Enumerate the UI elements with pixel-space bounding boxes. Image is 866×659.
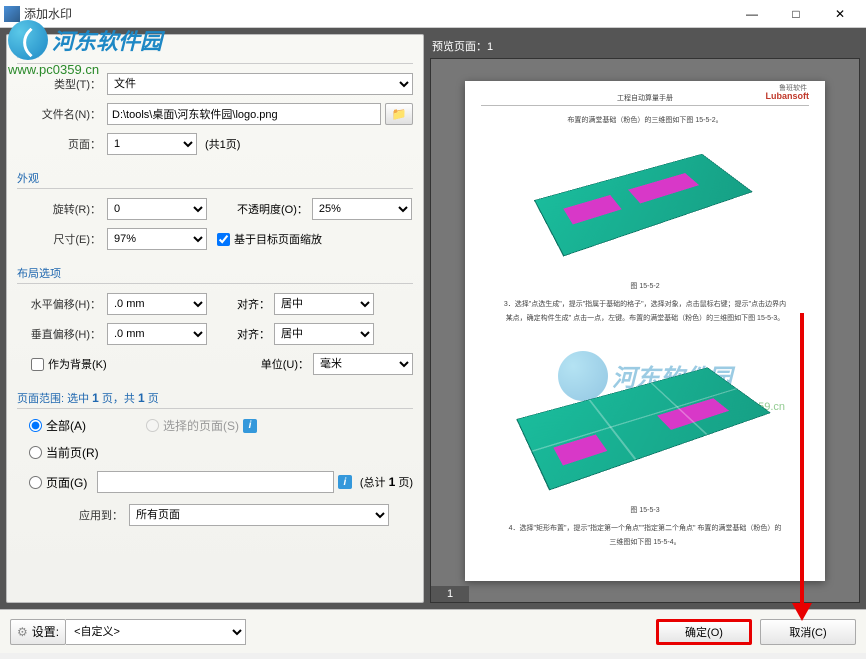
selected-pages-radio [146,419,159,432]
valign-select[interactable]: 居中 [274,323,374,345]
browse-button[interactable]: 📁 [385,103,413,125]
preview-area: www.plxms.la 鲁班软件 Lubansoft 工程自动算量手册 布置的… [430,58,860,603]
footer: ⚙ 设置: <自定义> 确定(O) 取消(C) [0,609,866,653]
valign-label: 对齐： [237,326,270,342]
hoffset-label: 水平偏移(H)： [17,296,107,312]
folder-icon: 📁 [392,107,407,121]
doc-title: 工程自动算量手册 [617,93,673,103]
logo-url: www.pc0359.cn [8,62,162,77]
doc-model-1 [545,151,745,241]
opacity-label: 不透明度(O)： [237,201,308,217]
background-checkbox[interactable] [31,358,44,371]
settings-label: 设置: [32,623,59,640]
info-icon[interactable]: i [243,419,257,433]
background-label: 作为背景(K) [48,356,107,372]
all-pages-label: 全部(A) [46,417,86,434]
filename-label: 文件名(N)： [17,106,107,122]
close-button[interactable]: ✕ [818,0,862,28]
preview-site-overlay: www.plxms.la [587,323,703,339]
rotation-label: 旋转(R)： [17,201,107,217]
current-page-radio[interactable] [29,446,42,459]
settings-panel: 来源 类型(T)： 文件 文件名(N)： 📁 页面： 1 (共1页) 外观 [6,34,424,603]
doc-caption-pre: 布置的满堂基础（粉色）的三维图如下图 15-5-2。 [465,115,825,126]
preview-page-indicator: 1 [431,586,469,602]
preview-panel: 预览页面：1 www.plxms.la 鲁班软件 Lubansoft 工程自动算… [430,34,860,603]
maximize-button[interactable]: □ [774,0,818,28]
rotation-select[interactable]: 0 [107,198,207,220]
halign-select[interactable]: 居中 [274,293,374,315]
applyto-select[interactable]: 所有页面 [129,504,389,526]
page-range-label: 页面(G) [46,474,87,491]
voffset-label: 垂直偏移(H)： [17,326,107,342]
logo-text: 河东软件园 [52,24,162,56]
ok-button[interactable]: 确定(O) [656,619,752,645]
opacity-select[interactable]: 25% [312,198,412,220]
page-label: 页面： [17,136,107,152]
relative-scale-checkbox[interactable] [217,233,230,246]
cancel-button[interactable]: 取消(C) [760,619,856,645]
doc-fig1-caption: 图 15-5-2 [465,281,825,291]
current-page-label: 当前页(R) [46,444,99,461]
doc-fig2-caption: 图 15-5-3 [465,505,825,515]
doc-brand: Lubansoft [766,91,810,101]
settings-button[interactable]: ⚙ 设置: [10,619,66,645]
range-header: 页面范围: 选中 1 页，共 1 页 [17,390,413,409]
main-container: 来源 类型(T)： 文件 文件名(N)： 📁 页面： 1 (共1页) 外观 [0,28,866,609]
preview-header: 预览页面：1 [430,34,860,58]
layout-section: 布局选项 水平偏移(H)： .0 mm 对齐： 居中 垂直偏移(H)： .0 m… [17,265,413,376]
doc-model-2 [530,361,760,471]
unit-label: 单位(U)： [261,356,309,372]
doc-divider [481,105,809,106]
page-range-total: (总计 1 页) [360,474,413,490]
appearance-header: 外观 [17,170,413,189]
gear-icon: ⚙ [17,625,28,639]
preset-select[interactable]: <自定义> [66,619,246,645]
doc-body3: 4．选择"矩形布置"，提示"指定第一个角点""指定第二个角点" 布置的满堂基础（… [465,523,825,534]
size-select[interactable]: 97% [107,228,207,250]
source-page-select[interactable]: 1 [107,133,197,155]
minimize-button[interactable]: — [730,0,774,28]
all-pages-radio[interactable] [29,419,42,432]
applyto-label: 应用到： [29,507,129,523]
voffset-select[interactable]: .0 mm [107,323,207,345]
unit-select[interactable]: 毫米 [313,353,413,375]
logo-circle-icon [8,20,48,60]
type-label: 类型(T)： [17,76,107,92]
range-section: 页面范围: 选中 1 页，共 1 页 全部(A) 选择的页面(S) i 当前页(… [17,390,413,527]
filename-input[interactable] [107,103,381,125]
selected-pages-label: 选择的页面(S) [163,417,239,434]
halign-label: 对齐： [237,296,270,312]
page-watermark-logo: 河东软件园 www.pc0359.cn [8,20,162,77]
page-range-radio[interactable] [29,476,42,489]
appearance-section: 外观 旋转(R)： 0 不透明度(O)： 25% 尺寸(E)： 97% 基于目标… [17,170,413,251]
hoffset-select[interactable]: .0 mm [107,293,207,315]
page-range-input[interactable] [97,471,334,493]
doc-body1: 3．选择"点选生成"，提示"指属于基础的格子"，选择对象，点击鼠标右键；提示"点… [465,299,825,310]
relative-scale-label: 基于目标页面缩放 [234,231,322,247]
size-label: 尺寸(E)： [17,231,107,247]
doc-body4: 三维图如下图 15-5-4。 [465,537,825,548]
page-total-label: (共1页) [205,136,240,152]
layout-header: 布局选项 [17,265,413,284]
info-icon[interactable]: i [338,475,352,489]
